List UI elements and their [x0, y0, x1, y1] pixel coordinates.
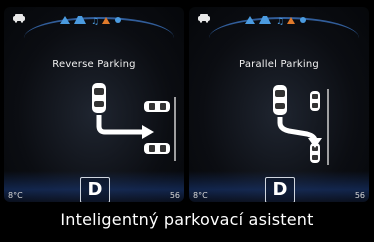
- dashboard-screen-reverse: ♫ Reverse Parking 8°C D 56: [4, 7, 184, 202]
- ego-car: [92, 83, 106, 113]
- car-icon: [198, 14, 210, 23]
- music-icon: ♫: [276, 17, 284, 25]
- reverse-parking-graphic: [92, 83, 176, 161]
- parallel-parking-graphic: [273, 85, 329, 165]
- reverse-path-arrow: [96, 115, 144, 135]
- arrow-head: [142, 125, 154, 139]
- settings-icon: [115, 17, 121, 23]
- road-icon: [74, 16, 86, 24]
- mode-title: Reverse Parking: [52, 59, 136, 70]
- speed-readout: 56: [354, 191, 365, 200]
- speed-readout: 56: [169, 191, 180, 200]
- gear-indicator: D: [80, 177, 110, 202]
- page: ♫ Reverse Parking 8°C D 56 ♫ Parallel Pa…: [0, 0, 374, 242]
- settings-icon: [300, 17, 306, 23]
- parallel-path-arrow: [277, 117, 318, 142]
- temperature-readout: 8°C: [8, 191, 23, 200]
- music-icon: ♫: [91, 17, 99, 25]
- caption: Inteligentný parkovací asistent: [60, 210, 314, 229]
- alert-icon: [287, 17, 295, 24]
- mode-title: Parallel Parking: [239, 59, 319, 70]
- car-icon: [13, 14, 25, 23]
- top-status-bar: ♫: [4, 13, 184, 41]
- parked-car-top: [144, 101, 170, 112]
- dashboard-screen-parallel: ♫ Parallel Parking 8°C D 56: [189, 7, 369, 202]
- warning-icon: [245, 16, 255, 24]
- status-icons: ♫: [245, 16, 306, 25]
- ego-car: [273, 85, 287, 115]
- alert-icon: [102, 17, 110, 24]
- road-icon: [259, 16, 271, 24]
- temperature-readout: 8°C: [193, 191, 208, 200]
- parked-car-top: [310, 91, 320, 111]
- status-icons: ♫: [60, 16, 121, 25]
- warning-icon: [60, 16, 70, 24]
- top-status-bar: ♫: [189, 13, 369, 41]
- parked-car-bottom: [144, 143, 170, 154]
- gear-indicator: D: [265, 177, 295, 202]
